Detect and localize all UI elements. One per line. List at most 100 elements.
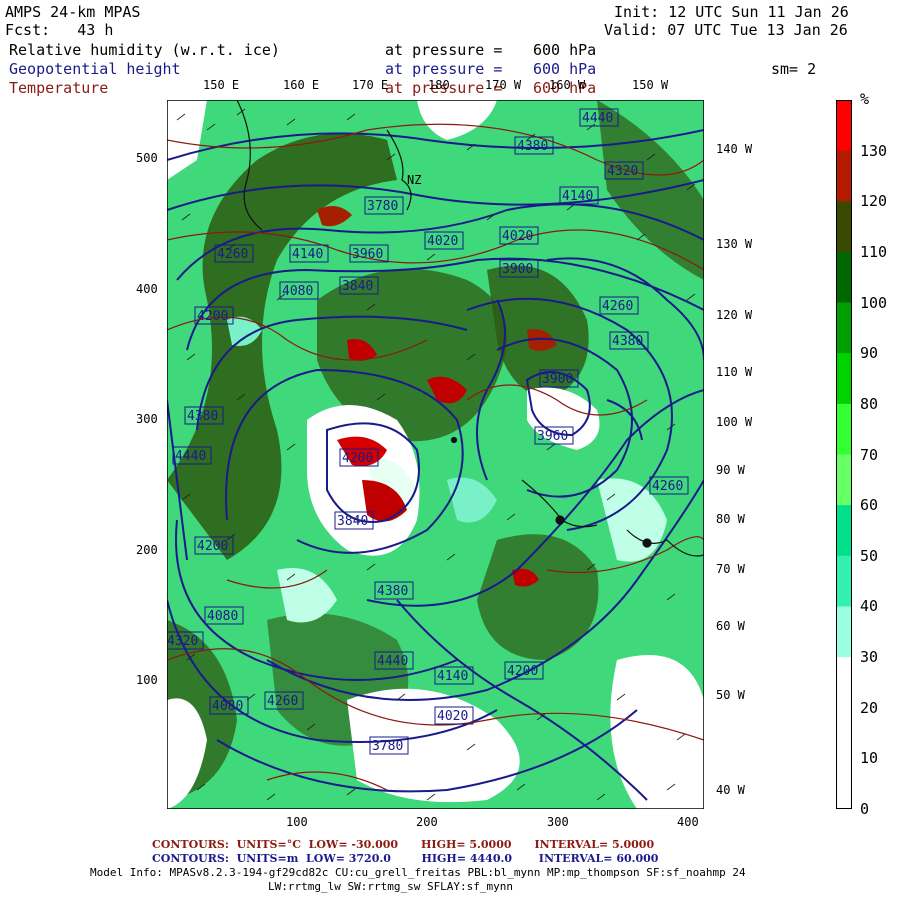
footer-height-label: CONTOURS:: [152, 852, 229, 865]
colorbar-tick-label: 100: [860, 293, 888, 312]
colorbar-tick-label: 30: [860, 648, 879, 667]
height-label: 4440: [582, 111, 613, 126]
height-label: 4440: [377, 654, 408, 669]
height-label: 4200: [507, 664, 538, 679]
colorbar-swatch: [836, 555, 852, 607]
height-label: 4260: [652, 479, 683, 494]
footer-temp-interval: INTERVAL= 5.0000: [534, 838, 655, 851]
colorbar-tick-label: 90: [860, 344, 879, 363]
field-rh-level-label: at pressure =: [385, 41, 503, 59]
colorbar-swatch: [836, 454, 852, 506]
height-label: 3840: [337, 514, 368, 529]
height-label: 3780: [367, 199, 398, 214]
model-title: AMPS 24-km MPAS: [5, 3, 141, 21]
colorbar-tick-label: 80: [860, 394, 879, 413]
y-tick-label: 500: [136, 151, 158, 165]
height-label: 4080: [282, 284, 313, 299]
height-label: 4140: [562, 189, 593, 204]
colorbar-swatch: [836, 505, 852, 557]
lon-label-right: 130 W: [716, 237, 753, 251]
height-label: 3960: [537, 429, 568, 444]
footer-temp-low: LOW= -30.000: [308, 838, 399, 851]
field-height-level-label: at pressure =: [385, 60, 503, 78]
lon-label-right: 120 W: [716, 308, 753, 322]
footer-height-interval: INTERVAL= 60.000: [538, 852, 659, 865]
colorbar-swatch: [836, 100, 852, 152]
field-temp-name: Temperature: [9, 79, 109, 97]
footer-height-low: LOW= 3720.0: [306, 852, 391, 865]
colorbar-tick-label: 130: [860, 141, 888, 160]
footer-height-high: HIGH= 4440.0: [421, 852, 512, 865]
y-tick-label: 300: [136, 412, 158, 426]
height-label: 4320: [607, 164, 638, 179]
height-label: 4200: [197, 309, 228, 324]
colorbar-tick-label: 20: [860, 698, 879, 717]
lon-label-top: 160 E: [283, 78, 320, 92]
x-tick-label: 200: [416, 815, 438, 829]
colorbar-tick-label: 10: [860, 749, 879, 768]
model-info-2: LW:rrtmg_lw SW:rrtmg_sw SFLAY:sf_mynn: [268, 880, 514, 893]
lon-label-right: 90 W: [716, 463, 745, 477]
height-label: 4200: [197, 539, 228, 554]
colorbar-swatch: [836, 201, 852, 253]
x-tick-label: 300: [547, 815, 569, 829]
colorbar-tick-label: 120: [860, 192, 888, 211]
lon-label-top: 170 E: [352, 78, 389, 92]
fcst-value: 43 h: [77, 21, 114, 39]
lon-label-top: 150 W: [632, 78, 669, 92]
lon-label-right: 70 W: [716, 562, 745, 576]
footer-temp-contours: CONTOURS: UNITS=°C LOW= -30.000 HIGH= 5.…: [152, 838, 654, 851]
height-label: 4380: [612, 334, 643, 349]
height-label: 4200: [342, 451, 373, 466]
height-label: 4380: [517, 139, 548, 154]
lon-label-right: 50 W: [716, 688, 745, 702]
y-tick-label: 400: [136, 282, 158, 296]
footer-temp-high: HIGH= 5.0000: [421, 838, 512, 851]
height-label: 3900: [502, 262, 533, 277]
y-tick-label: 100: [136, 673, 158, 687]
field-rh-level: 600 hPa: [533, 41, 597, 59]
x-tick-label: 100: [286, 815, 308, 829]
colorbar: [836, 100, 852, 809]
colorbar-swatch: [836, 302, 852, 354]
field-height-level: 600 hPa: [533, 60, 597, 78]
lon-label-top: 170 W: [485, 78, 522, 92]
colorbar-swatch: [836, 758, 852, 809]
height-label: 4260: [602, 299, 633, 314]
colorbar-swatch: [836, 251, 852, 304]
colorbar-swatch: [836, 657, 852, 709]
height-label: 4020: [427, 234, 458, 249]
height-label: 3900: [542, 372, 573, 387]
lon-label-top: 180: [428, 78, 450, 92]
lon-label-right: 80 W: [716, 512, 745, 526]
height-label: 4140: [292, 247, 323, 262]
smoothing-label: sm= 2: [771, 60, 817, 78]
lon-label-top: 150 E: [203, 78, 240, 92]
colorbar-tick-label: 70: [860, 445, 879, 464]
valid-time: Valid: 07 UTC Tue 13 Jan 26: [604, 21, 848, 39]
height-label: 4260: [217, 247, 248, 262]
height-label: 4020: [502, 229, 533, 244]
colorbar-tick-label: 50: [860, 546, 879, 565]
colorbar-swatch: [836, 707, 852, 759]
model-info: Model Info: MPASv8.2.3-194-gf29cd82c CU:…: [90, 866, 746, 879]
lon-label-right: 60 W: [716, 619, 745, 633]
footer-height-contours: CONTOURS: UNITS=m LOW= 3720.0 HIGH= 4440…: [152, 852, 658, 865]
footer-height-units: UNITS=m: [236, 852, 299, 865]
height-label: 4440: [175, 449, 206, 464]
station-label: NZ: [407, 173, 421, 187]
footer-temp-label: CONTOURS:: [152, 838, 229, 851]
height-label: 4320: [167, 634, 198, 649]
colorbar-swatch: [836, 403, 852, 455]
height-label: 4080: [207, 609, 238, 624]
lon-label-top: 160 W: [549, 78, 586, 92]
lon-label-right: 110 W: [716, 365, 753, 379]
lon-label-right: 40 W: [716, 783, 745, 797]
height-label: 3780: [372, 739, 403, 754]
colorbar-swatch: [836, 353, 852, 405]
footer-temp-units: UNITS=°C: [236, 838, 301, 851]
height-label: 4260: [267, 694, 298, 709]
colorbar-tick-label: 40: [860, 597, 879, 616]
height-label: 3960: [352, 247, 383, 262]
forecast-label: Fcst: 43 h: [5, 22, 113, 38]
